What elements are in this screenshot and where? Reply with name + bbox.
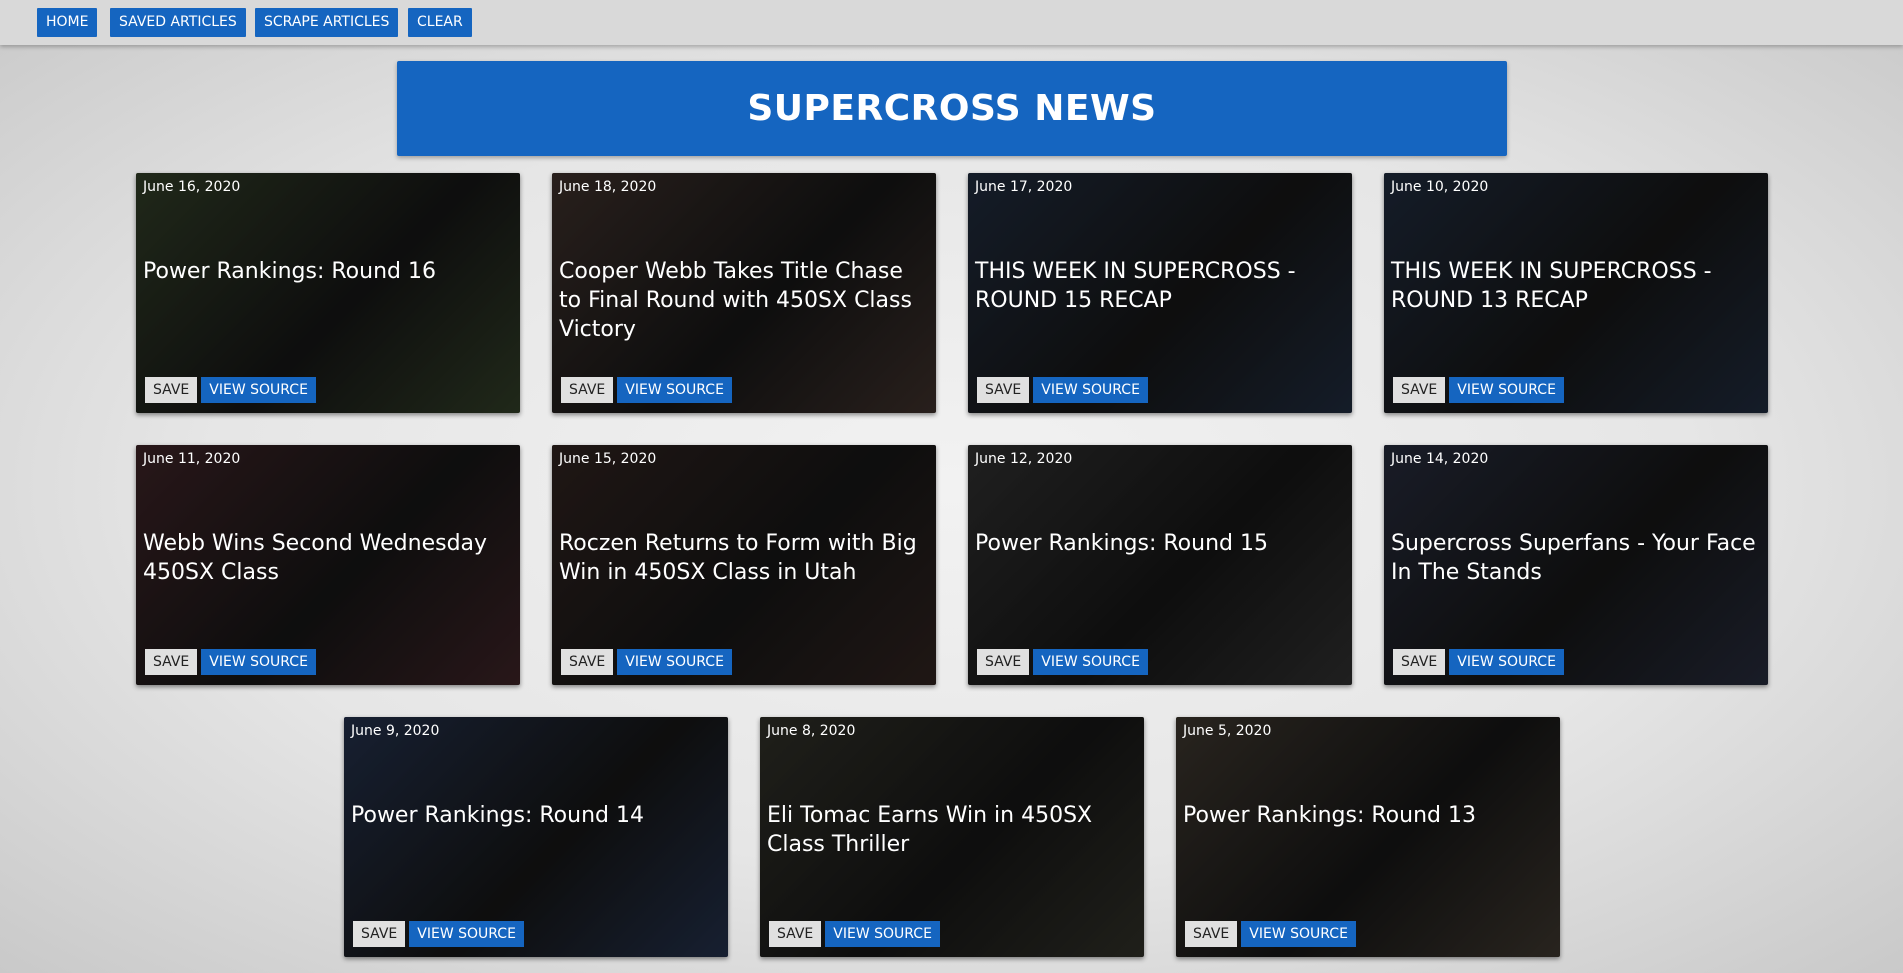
article-title: THIS WEEK IN SUPERCROSS - ROUND 15 RECAP bbox=[975, 259, 1296, 313]
article-card: June 15, 2020 Roczen Returns to Form wit… bbox=[552, 445, 936, 685]
article-actions: SAVE VIEW SOURCE bbox=[145, 649, 316, 675]
article-card: June 12, 2020 Power Rankings: Round 15 S… bbox=[968, 445, 1352, 685]
article-date: June 11, 2020 bbox=[143, 451, 241, 467]
save-button[interactable]: SAVE bbox=[145, 649, 198, 675]
article-date: June 16, 2020 bbox=[143, 179, 241, 195]
clear-button[interactable]: CLEAR bbox=[408, 8, 472, 37]
article-card: June 9, 2020 Power Rankings: Round 14 SA… bbox=[344, 717, 728, 957]
save-button[interactable]: SAVE bbox=[1185, 921, 1238, 947]
view-source-button[interactable]: VIEW SOURCE bbox=[201, 377, 316, 403]
save-button[interactable]: SAVE bbox=[353, 921, 406, 947]
article-actions: SAVE VIEW SOURCE bbox=[1393, 377, 1564, 403]
save-button[interactable]: SAVE bbox=[1393, 649, 1446, 675]
article-date: June 17, 2020 bbox=[975, 179, 1073, 195]
page-title: SUPERCROSS NEWS bbox=[747, 88, 1157, 129]
view-source-button[interactable]: VIEW SOURCE bbox=[409, 921, 524, 947]
article-date: June 9, 2020 bbox=[351, 723, 440, 739]
save-button[interactable]: SAVE bbox=[145, 377, 198, 403]
view-source-button[interactable]: VIEW SOURCE bbox=[617, 377, 732, 403]
article-card: June 8, 2020 Eli Tomac Earns Win in 450S… bbox=[760, 717, 1144, 957]
article-actions: SAVE VIEW SOURCE bbox=[561, 649, 732, 675]
article-date: June 12, 2020 bbox=[975, 451, 1073, 467]
page-header-banner: SUPERCROSS NEWS bbox=[397, 61, 1507, 156]
article-actions: SAVE VIEW SOURCE bbox=[353, 921, 524, 947]
saved-articles-button[interactable]: SAVED ARTICLES bbox=[110, 8, 246, 37]
article-actions: SAVE VIEW SOURCE bbox=[145, 377, 316, 403]
article-title: Power Rankings: Round 13 bbox=[1183, 803, 1476, 828]
article-title: Roczen Returns to Form with Big Win in 4… bbox=[559, 531, 917, 585]
article-title: Power Rankings: Round 16 bbox=[143, 259, 436, 284]
view-source-button[interactable]: VIEW SOURCE bbox=[1241, 921, 1356, 947]
article-title: Eli Tomac Earns Win in 450SX Class Thril… bbox=[767, 803, 1093, 857]
article-actions: SAVE VIEW SOURCE bbox=[561, 377, 732, 403]
article-card: June 5, 2020 Power Rankings: Round 13 SA… bbox=[1176, 717, 1560, 957]
article-actions: SAVE VIEW SOURCE bbox=[1185, 921, 1356, 947]
article-card: June 18, 2020 Cooper Webb Takes Title Ch… bbox=[552, 173, 936, 413]
article-title: Supercross Superfans - Your Face In The … bbox=[1391, 531, 1756, 585]
article-title: Webb Wins Second Wednesday 450SX Class bbox=[143, 531, 488, 585]
save-button[interactable]: SAVE bbox=[561, 649, 614, 675]
view-source-button[interactable]: VIEW SOURCE bbox=[1449, 649, 1564, 675]
view-source-button[interactable]: VIEW SOURCE bbox=[1449, 377, 1564, 403]
article-title: THIS WEEK IN SUPERCROSS - ROUND 13 RECAP bbox=[1391, 259, 1712, 313]
article-date: June 5, 2020 bbox=[1183, 723, 1272, 739]
view-source-button[interactable]: VIEW SOURCE bbox=[1033, 377, 1148, 403]
article-date: June 8, 2020 bbox=[767, 723, 856, 739]
article-date: June 18, 2020 bbox=[559, 179, 657, 195]
article-actions: SAVE VIEW SOURCE bbox=[977, 649, 1148, 675]
article-card: June 14, 2020 Supercross Superfans - You… bbox=[1384, 445, 1768, 685]
save-button[interactable]: SAVE bbox=[561, 377, 614, 403]
view-source-button[interactable]: VIEW SOURCE bbox=[201, 649, 316, 675]
save-button[interactable]: SAVE bbox=[977, 649, 1030, 675]
top-nav-bar: HOME SAVED ARTICLES SCRAPE ARTICLES CLEA… bbox=[0, 0, 1903, 45]
article-card: June 17, 2020 THIS WEEK IN SUPERCROSS - … bbox=[968, 173, 1352, 413]
home-button[interactable]: HOME bbox=[37, 8, 98, 37]
view-source-button[interactable]: VIEW SOURCE bbox=[617, 649, 732, 675]
article-card: June 16, 2020 Power Rankings: Round 16 S… bbox=[136, 173, 520, 413]
article-title: Cooper Webb Takes Title Chase to Final R… bbox=[559, 259, 912, 342]
article-title: Power Rankings: Round 15 bbox=[975, 531, 1268, 556]
view-source-button[interactable]: VIEW SOURCE bbox=[1033, 649, 1148, 675]
save-button[interactable]: SAVE bbox=[977, 377, 1030, 403]
view-source-button[interactable]: VIEW SOURCE bbox=[825, 921, 940, 947]
article-date: June 10, 2020 bbox=[1391, 179, 1489, 195]
scrape-articles-button[interactable]: SCRAPE ARTICLES bbox=[255, 8, 399, 37]
article-card: June 11, 2020 Webb Wins Second Wednesday… bbox=[136, 445, 520, 685]
article-title: Power Rankings: Round 14 bbox=[351, 803, 644, 828]
article-actions: SAVE VIEW SOURCE bbox=[977, 377, 1148, 403]
article-actions: SAVE VIEW SOURCE bbox=[1393, 649, 1564, 675]
save-button[interactable]: SAVE bbox=[769, 921, 822, 947]
article-date: June 14, 2020 bbox=[1391, 451, 1489, 467]
article-actions: SAVE VIEW SOURCE bbox=[769, 921, 940, 947]
article-date: June 15, 2020 bbox=[559, 451, 657, 467]
article-card: June 10, 2020 THIS WEEK IN SUPERCROSS - … bbox=[1384, 173, 1768, 413]
save-button[interactable]: SAVE bbox=[1393, 377, 1446, 403]
